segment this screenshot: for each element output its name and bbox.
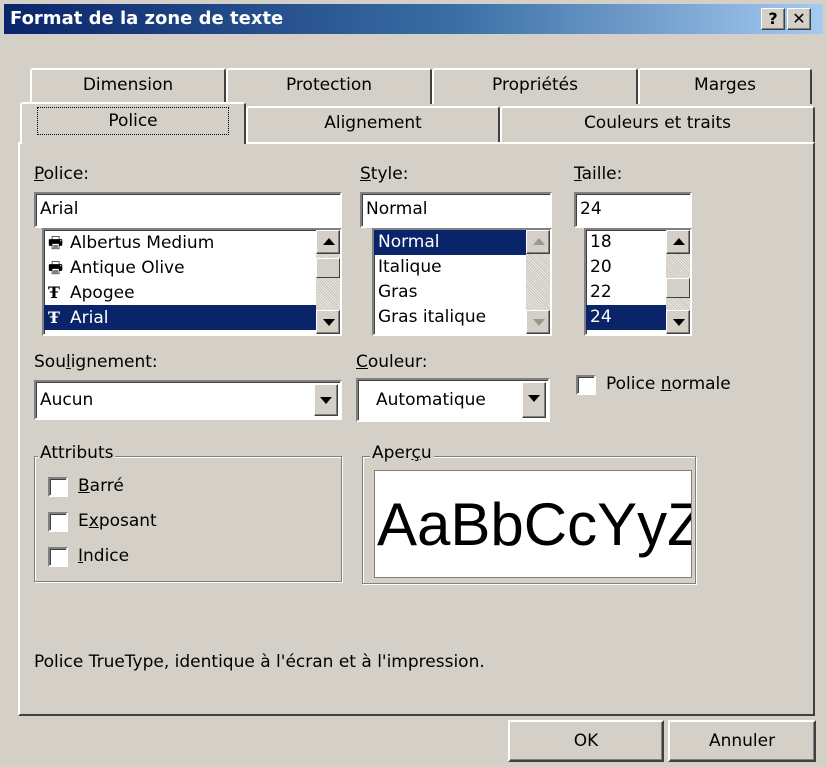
size-list[interactable]: 18 20 22 24 — [584, 228, 692, 336]
tab-dimension[interactable]: Dimension — [30, 68, 226, 104]
scroll-down-button[interactable] — [526, 310, 550, 334]
scroll-up-button[interactable] — [526, 230, 550, 254]
scroll-up-button[interactable] — [666, 230, 690, 254]
cancel-button[interactable]: Annuler — [668, 720, 816, 762]
font-list-item[interactable]: 🖶 Antique Olive — [44, 255, 340, 280]
tab-proprietes[interactable]: Propriétés — [432, 68, 638, 104]
style-list[interactable]: Normal Italique Gras Gras italique — [372, 228, 552, 336]
arrow-up-icon — [533, 238, 545, 245]
font-label: Police: — [34, 164, 90, 184]
strikethrough-label: Barré — [78, 476, 124, 496]
close-icon: ✕ — [792, 9, 806, 28]
printer-font-icon: 🖶 — [48, 258, 64, 277]
tab-couleurs-traits[interactable]: Couleurs et traits — [500, 106, 815, 142]
tab-alignement[interactable]: Alignement — [246, 106, 500, 142]
tab-police-label: Police — [37, 107, 229, 135]
ok-button[interactable]: OK — [508, 720, 664, 762]
style-label: Style: — [360, 164, 409, 184]
underline-select[interactable]: Aucun — [34, 380, 342, 420]
tab-marges[interactable]: Marges — [638, 68, 812, 104]
arrow-up-icon — [673, 238, 685, 245]
color-select[interactable]: Automatique — [356, 378, 550, 422]
subscript-label: Indice — [78, 546, 130, 566]
font-list-item[interactable]: 🖶 Albertus Medium — [44, 230, 340, 255]
help-button[interactable]: ? — [761, 8, 785, 30]
size-list-item-selected[interactable]: 24 — [586, 305, 666, 330]
font-list-item[interactable]: Ŧ Apogee — [44, 280, 340, 305]
arrow-down-icon — [533, 319, 545, 326]
scroll-up-button[interactable] — [316, 230, 340, 254]
arrow-up-icon — [323, 238, 335, 245]
superscript-checkbox[interactable] — [48, 512, 68, 532]
style-list-item[interactable]: Gras italique — [374, 305, 550, 330]
close-button[interactable]: ✕ — [787, 8, 811, 30]
size-list-scrollbar[interactable] — [666, 230, 690, 334]
style-list-item[interactable]: Gras — [374, 280, 550, 305]
chevron-down-icon — [320, 397, 332, 404]
arrow-down-icon — [323, 319, 335, 326]
color-label: Couleur: — [356, 352, 428, 372]
preview-sample: AaBbCcYyZz — [374, 470, 692, 578]
color-value: Automatique — [376, 390, 486, 410]
scroll-thumb[interactable] — [666, 278, 690, 298]
font-list[interactable]: 🖶 Albertus Medium 🖶 Antique Olive Ŧ Apogee … — [42, 228, 342, 336]
normal-font-checkbox[interactable] — [576, 375, 596, 395]
printer-font-icon: 🖶 — [48, 233, 64, 252]
scroll-down-button[interactable] — [316, 310, 340, 334]
underline-dropdown-button[interactable] — [314, 384, 338, 416]
underline-label: Soulignement: — [34, 352, 158, 372]
underline-value: Aucun — [40, 390, 94, 410]
subscript-checkbox[interactable] — [48, 547, 68, 567]
scroll-down-button[interactable] — [666, 310, 690, 334]
color-dropdown-button[interactable] — [522, 382, 546, 418]
tab-police[interactable]: Police — [20, 102, 246, 144]
font-input[interactable]: Arial — [34, 192, 342, 228]
normal-font-label: Police normale — [606, 374, 731, 394]
arrow-down-icon — [673, 319, 685, 326]
truetype-font-icon: Ŧ — [48, 283, 60, 302]
dialog-title: Format de la zone de texte — [10, 8, 284, 29]
attributes-legend: Attributs — [38, 443, 116, 463]
strikethrough-checkbox[interactable] — [48, 477, 68, 497]
style-list-item[interactable]: Italique — [374, 255, 550, 280]
style-input[interactable]: Normal — [360, 192, 552, 228]
superscript-label: Exposant — [78, 511, 157, 531]
preview-legend: Aperçu — [370, 443, 434, 463]
scroll-thumb[interactable] — [316, 258, 340, 278]
format-textbox-dialog: Format de la zone de texte ? ✕ Dimension… — [0, 0, 827, 767]
font-description: Police TrueType, identique à l'écran et … — [34, 652, 485, 672]
font-list-scrollbar[interactable] — [316, 230, 340, 334]
title-bar: Format de la zone de texte ? ✕ — [4, 4, 823, 34]
chevron-down-icon — [528, 395, 540, 402]
font-list-item-selected[interactable]: Ŧ Arial — [44, 305, 316, 330]
style-list-item-selected[interactable]: Normal — [374, 230, 526, 255]
size-input[interactable]: 24 — [574, 192, 692, 228]
tab-protection[interactable]: Protection — [226, 68, 432, 104]
style-list-scrollbar[interactable] — [526, 230, 550, 334]
size-label: Taille: — [574, 164, 623, 184]
truetype-font-icon: Ŧ — [48, 308, 60, 327]
